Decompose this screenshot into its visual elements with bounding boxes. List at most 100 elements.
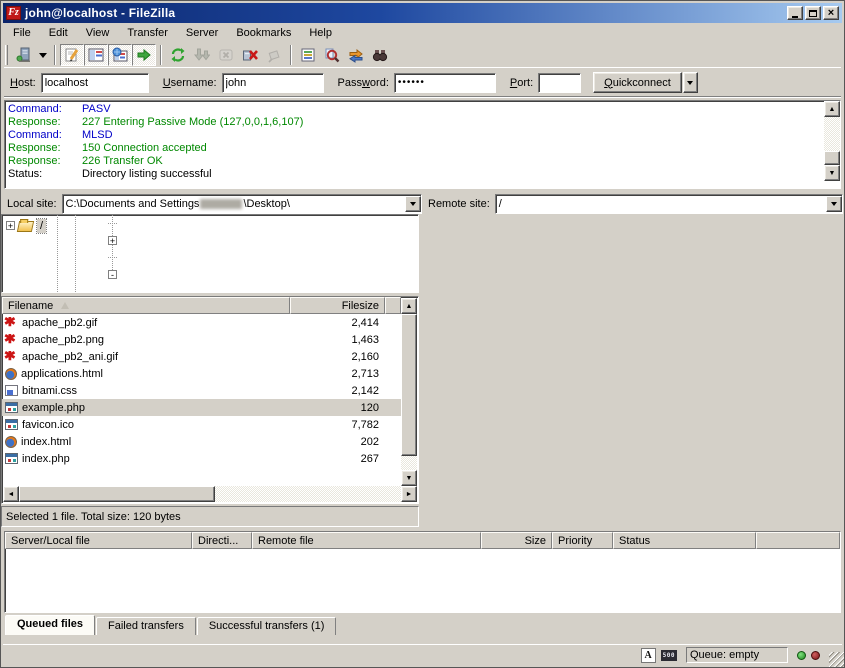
tree-expander[interactable]: +	[108, 236, 117, 245]
minimize-button[interactable]	[787, 6, 803, 20]
process-queue-button[interactable]	[190, 44, 214, 66]
remote-list-vscrollbar[interactable]: ▲ ▼	[401, 298, 417, 486]
toolbar-separator	[54, 45, 56, 65]
menu-bookmarks[interactable]: Bookmarks	[227, 25, 300, 41]
apache_pb2.png[interactable]: apache_pb2.png 1,463	[2, 331, 401, 348]
reconnect-button[interactable]	[262, 44, 286, 66]
host-input[interactable]	[41, 73, 149, 93]
scroll-left-button[interactable]: ◄	[3, 486, 19, 502]
example.php[interactable]: example.php 120	[2, 399, 401, 416]
quickconnect-dropdown[interactable]	[683, 72, 698, 93]
port-input[interactable]	[538, 73, 581, 93]
tree-expander[interactable]: +	[6, 221, 15, 230]
index.php[interactable]: index.php 267	[2, 450, 401, 467]
speed-limit-icon[interactable]: 500	[661, 650, 677, 661]
find-files-button[interactable]	[368, 44, 392, 66]
log-line: Response:226 Transfer OK	[8, 155, 820, 168]
message-log-icon	[64, 47, 80, 63]
column-header-size[interactable]: Size	[481, 532, 552, 549]
queue-tabs: Queued filesFailed transfersSuccessful t…	[5, 614, 841, 635]
tree-expander[interactable]: -	[108, 270, 117, 279]
column-header-server-local-file[interactable]: Server/Local file	[5, 532, 192, 549]
folder-open-icon	[17, 221, 34, 232]
maximize-icon	[809, 10, 817, 17]
column-header-remote-file[interactable]: Remote file	[252, 532, 481, 549]
toggle-transfer-queue-button[interactable]	[132, 44, 156, 66]
disconnect-button[interactable]	[238, 44, 262, 66]
toolbar	[4, 43, 841, 68]
scroll-thumb[interactable]	[401, 314, 417, 456]
maximize-button[interactable]	[805, 6, 821, 20]
applications.html[interactable]: applications.html 2,713	[2, 365, 401, 382]
quickconnect-button[interactable]: Quickconnect	[593, 72, 682, 93]
remote-file-rows: apache_pb2.gif 2,414 apache_pb2.png 1,46…	[2, 314, 401, 467]
local-tree-icon	[88, 47, 104, 63]
directory-comparison-button[interactable]	[320, 44, 344, 66]
log-line: Response:150 Connection accepted	[8, 142, 820, 155]
scroll-thumb[interactable]	[824, 151, 840, 165]
remote-directory-tree: + /	[1, 214, 419, 293]
filter-button[interactable]	[296, 44, 320, 66]
toggle-local-tree-button[interactable]	[84, 44, 108, 66]
send-activity-led	[811, 651, 820, 660]
reconnect-icon	[266, 47, 282, 63]
bitnami.css[interactable]: bitnami.css 2,142	[2, 382, 401, 399]
scroll-right-button[interactable]: ►	[401, 486, 417, 502]
menu-edit[interactable]: Edit	[40, 25, 77, 41]
site-manager-button[interactable]	[12, 44, 36, 66]
apache_pb2.gif[interactable]: apache_pb2.gif 2,414	[2, 314, 401, 331]
menu-server[interactable]: Server	[177, 25, 227, 41]
refresh-button[interactable]	[166, 44, 190, 66]
favicon.ico[interactable]: favicon.ico 7,782	[2, 416, 401, 433]
column-header-status[interactable]: Status	[613, 532, 756, 549]
scroll-up-button[interactable]: ▲	[824, 101, 840, 117]
index.html[interactable]: index.html 202	[2, 433, 401, 450]
tab-failed-transfers[interactable]: Failed transfers	[96, 617, 196, 635]
toggle-remote-tree-button[interactable]	[108, 44, 132, 66]
scroll-up-button[interactable]: ▲	[401, 298, 417, 314]
transfer-type-icon[interactable]: A	[641, 648, 656, 663]
close-icon: ×	[828, 8, 834, 18]
log-line: Status:Directory listing successful	[8, 168, 820, 181]
toggle-message-log-button[interactable]	[60, 44, 84, 66]
column-header-filename[interactable]: Filename	[2, 297, 290, 314]
file-icon	[5, 368, 17, 380]
tree-expander[interactable]	[108, 253, 117, 262]
password-input[interactable]	[394, 73, 496, 93]
menu-help[interactable]: Help	[300, 25, 341, 41]
column-header-filesize[interactable]: Filesize	[290, 297, 385, 314]
window-title: john@localhost - FileZilla	[25, 6, 175, 20]
username-input[interactable]	[222, 73, 324, 93]
menu-view[interactable]: View	[77, 25, 119, 41]
synchronized-browsing-button[interactable]	[344, 44, 368, 66]
resize-grip[interactable]	[829, 652, 844, 667]
remote-site-dropdown[interactable]	[826, 196, 842, 212]
tab-successful-transfers[interactable]: Successful transfers (1)	[197, 617, 337, 635]
toolbar-grip[interactable]	[5, 45, 8, 65]
cancel-icon	[218, 47, 234, 63]
cancel-operation-button[interactable]	[214, 44, 238, 66]
remote-site-combo[interactable]: /	[495, 194, 843, 214]
menu-file[interactable]: File	[4, 25, 40, 41]
column-header-priority[interactable]: Priority	[552, 532, 613, 549]
tree-expander[interactable]	[108, 219, 117, 228]
remote-list-hscrollbar[interactable]: ◄ ►	[3, 486, 417, 502]
tree-item[interactable]: + /	[6, 217, 418, 234]
site-manager-dropdown[interactable]	[36, 44, 50, 66]
local-site-combo[interactable]: C:\Documents and Settings\Desktop\	[62, 194, 422, 214]
title-bar[interactable]: Fz john@localhost - FileZilla ×	[3, 3, 842, 23]
tab-queued-files[interactable]: Queued files	[5, 615, 95, 635]
close-button[interactable]: ×	[823, 6, 839, 20]
file-icon	[5, 419, 18, 430]
log-scrollbar[interactable]: ▲ ▼	[824, 101, 840, 188]
directory-comparison-icon	[324, 47, 340, 63]
redacted-username	[200, 199, 242, 209]
scroll-thumb[interactable]	[19, 486, 215, 502]
scroll-down-button[interactable]: ▼	[824, 165, 840, 181]
scroll-down-button[interactable]: ▼	[401, 470, 417, 486]
column-header-direction[interactable]: Directi...	[192, 532, 252, 549]
menu-transfer[interactable]: Transfer	[118, 25, 177, 41]
file-icon	[5, 453, 18, 464]
apache_pb2_ani.gif[interactable]: apache_pb2_ani.gif 2,160	[2, 348, 401, 365]
local-site-dropdown[interactable]	[405, 196, 421, 212]
